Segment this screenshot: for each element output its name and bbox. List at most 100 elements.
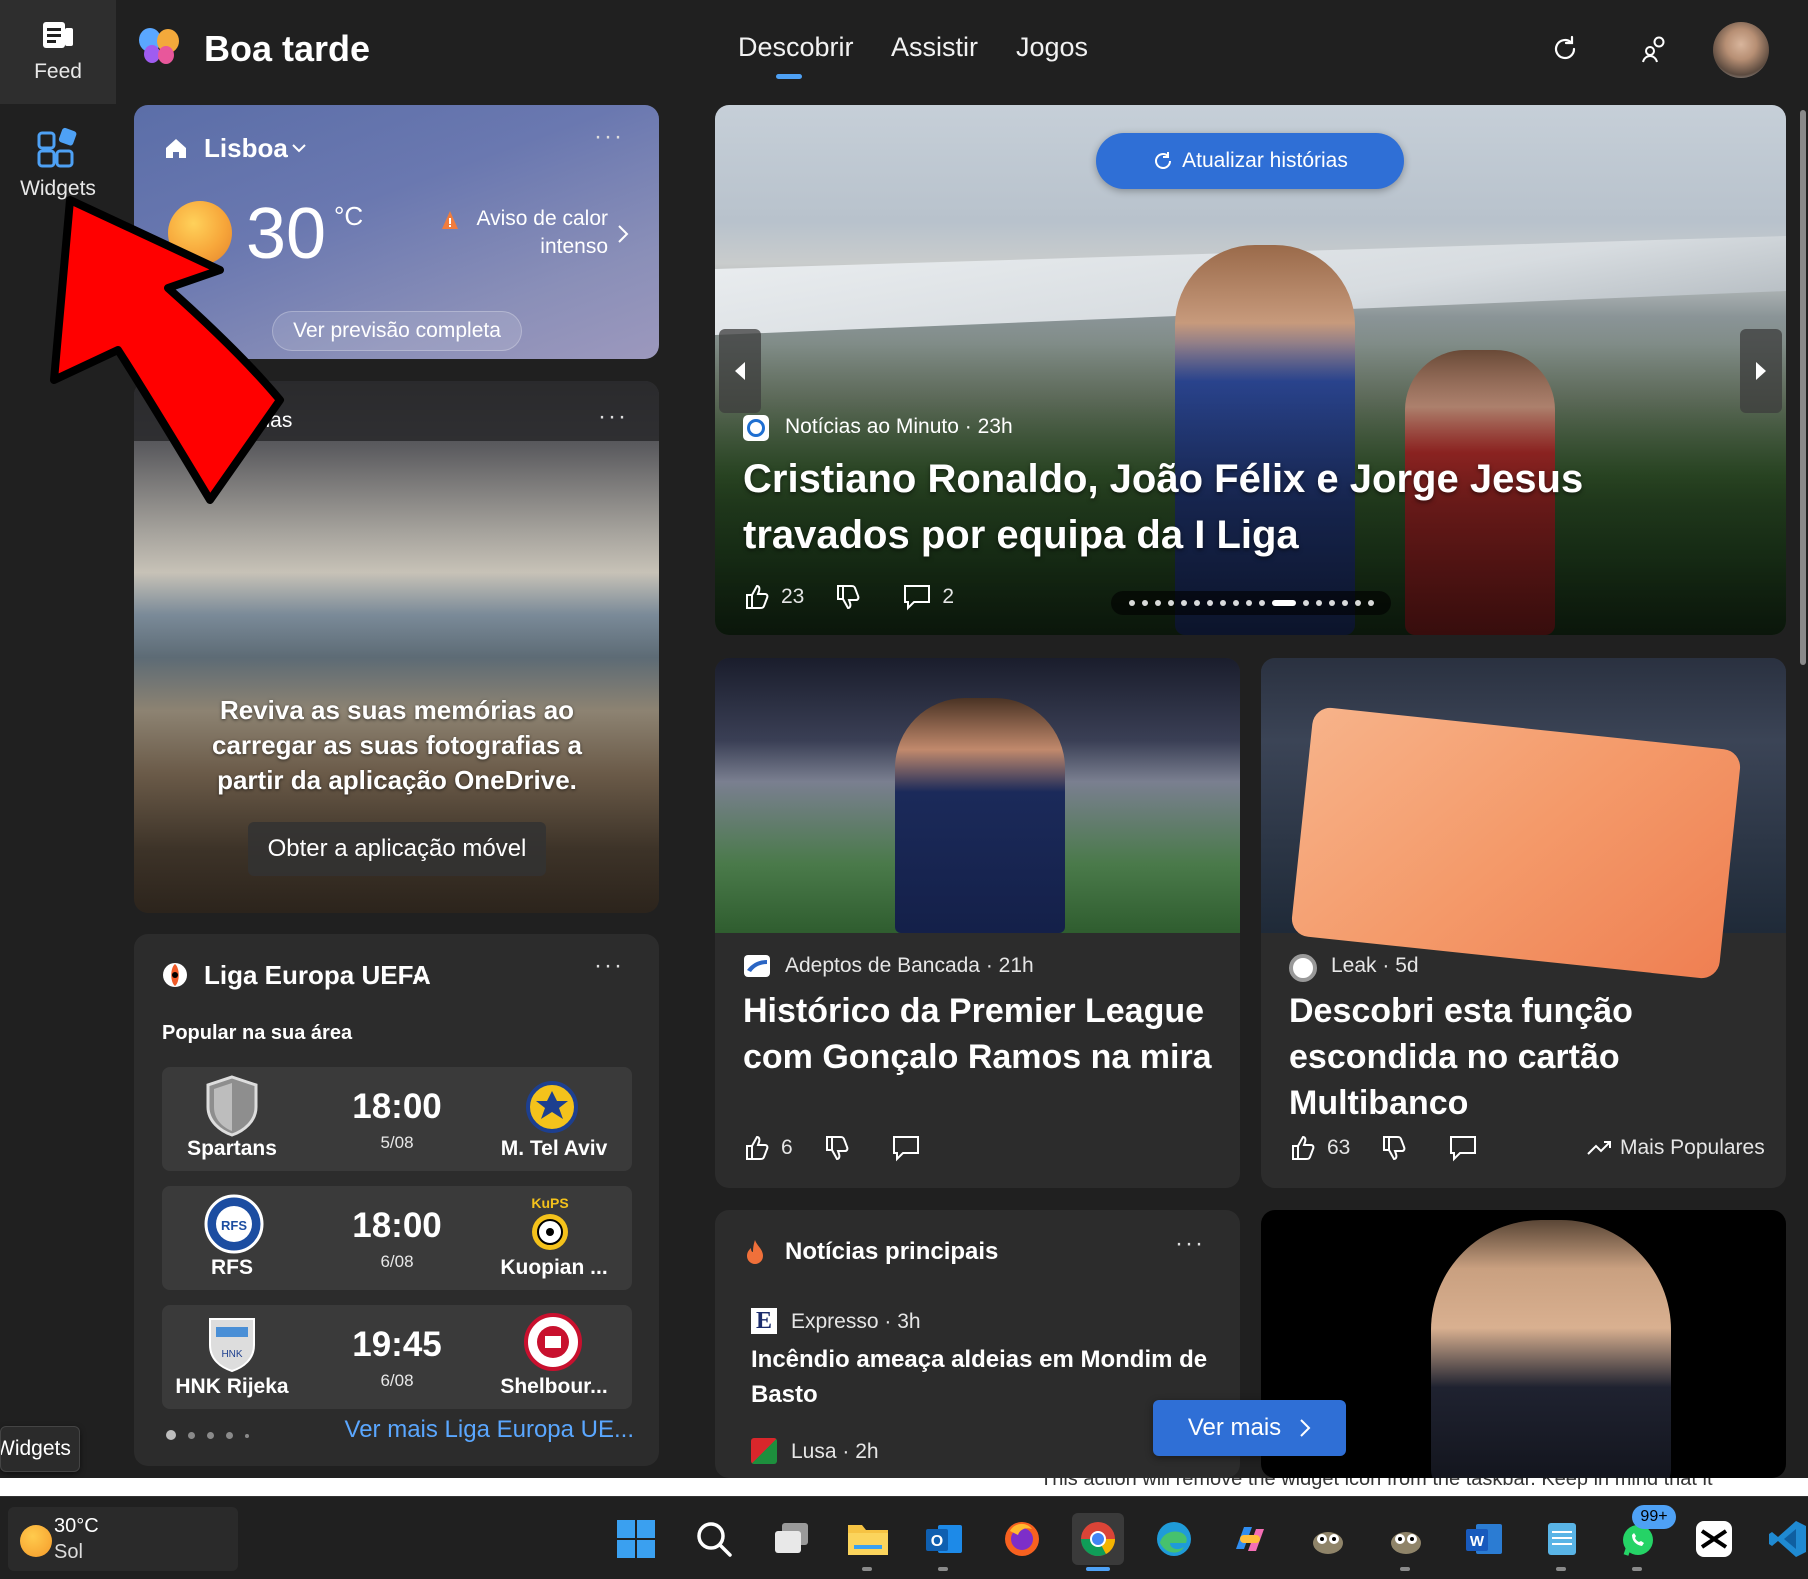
europa-pager[interactable] (166, 1430, 249, 1440)
carousel-dot[interactable] (1128, 600, 1135, 606)
dislike-icon[interactable] (1380, 1134, 1408, 1162)
firefox-button[interactable] (996, 1513, 1048, 1565)
chevron-right-icon (1300, 1419, 1311, 1437)
comment-icon[interactable] (891, 1134, 921, 1162)
comment-icon[interactable] (902, 583, 932, 611)
heat-alert-text[interactable]: Aviso de calor intenso (434, 205, 608, 261)
news-title[interactable]: Descobri esta função escondida no cartão… (1289, 988, 1759, 1126)
match-row[interactable]: HNK HNK Rijeka 19:45 6/08 Shelbour... (162, 1305, 632, 1409)
top-news-headline[interactable]: Incêndio ameaça aldeias em Mondim de Bas… (751, 1342, 1211, 1412)
top-news-more-icon[interactable]: ··· (1175, 1230, 1205, 1258)
vscode-button[interactable] (1762, 1513, 1808, 1565)
notepad-button[interactable] (1536, 1513, 1588, 1565)
start-button[interactable] (610, 1513, 662, 1565)
carousel-dot[interactable] (1354, 600, 1361, 606)
carousel-dot[interactable] (1245, 600, 1252, 606)
pager-dot[interactable] (188, 1432, 195, 1439)
capcut-button[interactable] (1688, 1513, 1740, 1565)
user-avatar[interactable] (1713, 22, 1769, 78)
news-source: Leak · 5d (1331, 954, 1419, 977)
top-news-source-name: Lusa (791, 1440, 837, 1463)
carousel-dot[interactable] (1258, 600, 1265, 606)
like-icon[interactable] (1289, 1134, 1317, 1162)
hero-prev-button[interactable] (719, 329, 761, 413)
europa-title[interactable]: Liga Europa UEFA (204, 960, 431, 991)
search-button[interactable] (688, 1513, 740, 1565)
tab-jogos[interactable]: Jogos (1016, 32, 1088, 63)
task-view-button[interactable] (766, 1513, 818, 1565)
gimp-icon (1391, 1532, 1421, 1554)
copilot-logo-icon (139, 28, 179, 64)
taskbar-weather-button[interactable]: 30°C Sol (8, 1507, 238, 1571)
chevron-right-icon[interactable] (616, 223, 630, 245)
match-row[interactable]: Spartans 18:00 5/08 M. Tel Aviv (162, 1067, 632, 1171)
chrome-button[interactable] (1072, 1513, 1124, 1565)
carousel-dot[interactable] (1219, 600, 1226, 606)
copilot-button[interactable] (1224, 1513, 1276, 1565)
news-likes: 6 (781, 1136, 793, 1159)
refresh-stories-button[interactable]: Atualizar histórias (1096, 133, 1404, 189)
hnk-rijeka-crest-icon: HNK (209, 1318, 255, 1373)
like-icon[interactable] (743, 583, 771, 611)
scrollbar[interactable] (1800, 110, 1806, 665)
weather-more-icon[interactable]: ··· (594, 123, 624, 151)
outlook-button[interactable]: O (918, 1513, 970, 1565)
see-more-button[interactable]: Ver mais (1153, 1400, 1346, 1456)
pager-dot[interactable] (166, 1430, 176, 1440)
europa-more-icon[interactable]: ··· (594, 952, 624, 980)
weather-location[interactable]: Lisboa (204, 133, 288, 164)
carousel-dot[interactable] (1167, 600, 1174, 606)
europa-more-link[interactable]: Ver mais Liga Europa UE... (344, 1416, 634, 1444)
hero-carousel-indicator[interactable] (1111, 591, 1391, 615)
news-actions: 6 (743, 1134, 921, 1162)
chevron-down-icon[interactable] (290, 141, 308, 155)
gimp-button[interactable] (1302, 1513, 1354, 1565)
rail-feed-button[interactable]: Feed (0, 0, 116, 104)
news-card[interactable]: Leak · 5d Descobri esta função escondida… (1261, 658, 1786, 1188)
carousel-dot[interactable] (1341, 600, 1348, 606)
carousel-dot[interactable] (1180, 600, 1187, 606)
hero-story-card[interactable]: Atualizar histórias Notícias ao Minuto ·… (715, 105, 1786, 635)
dislike-icon[interactable] (834, 583, 862, 611)
whatsapp-button[interactable]: 99+ (1612, 1505, 1676, 1565)
comment-icon[interactable] (1448, 1134, 1478, 1162)
running-indicator (1400, 1567, 1410, 1571)
tab-descobrir[interactable]: Descobrir (738, 32, 854, 63)
word-button[interactable]: W (1458, 1513, 1510, 1565)
pager-dot[interactable] (245, 1434, 249, 1438)
svg-text:KuPS: KuPS (531, 1195, 568, 1211)
carousel-dot[interactable] (1367, 600, 1374, 606)
carousel-dot[interactable] (1328, 600, 1335, 606)
photos-more-icon[interactable]: ··· (598, 403, 628, 431)
carousel-dot[interactable] (1315, 600, 1322, 606)
match-row[interactable]: RFS RFS 18:00 6/08 KuPS Kuopian ... (162, 1186, 632, 1290)
file-explorer-button[interactable] (842, 1513, 894, 1565)
chevron-down-icon[interactable] (412, 972, 430, 984)
like-icon[interactable] (743, 1134, 771, 1162)
pager-dot[interactable] (207, 1432, 214, 1439)
full-forecast-button[interactable]: Ver previsão completa (272, 311, 522, 351)
tab-assistir[interactable]: Assistir (891, 32, 978, 63)
carousel-dot[interactable] (1232, 600, 1239, 606)
news-card[interactable]: Adeptos de Bancada · 21h Histórico da Pr… (715, 658, 1240, 1188)
gimp-button-2[interactable] (1380, 1513, 1432, 1565)
carousel-dot-active[interactable] (1271, 600, 1296, 606)
news-title[interactable]: Histórico da Premier League com Gonçalo … (743, 988, 1213, 1080)
edge-button[interactable] (1148, 1513, 1200, 1565)
away-team: Shelbour... (500, 1375, 608, 1398)
carousel-dot[interactable] (1141, 600, 1148, 606)
pager-dot[interactable] (226, 1432, 233, 1439)
dislike-icon[interactable] (823, 1134, 851, 1162)
hero-title[interactable]: Cristiano Ronaldo, João Félix e Jorge Je… (743, 451, 1753, 563)
settings-people-icon[interactable] (1640, 34, 1670, 64)
get-mobile-app-button[interactable]: Obter a aplicação móvel (248, 822, 546, 876)
europa-league-card: Liga Europa UEFA ··· Popular na sua área… (134, 934, 659, 1466)
greeting-title: Boa tarde (204, 28, 371, 69)
carousel-dot[interactable] (1154, 600, 1161, 606)
carousel-dot[interactable] (1206, 600, 1213, 606)
refresh-icon[interactable] (1550, 34, 1580, 64)
hero-next-button[interactable] (1740, 329, 1782, 413)
heat-alert-line1: Aviso de calor (476, 207, 608, 230)
carousel-dot[interactable] (1302, 600, 1309, 606)
carousel-dot[interactable] (1193, 600, 1200, 606)
